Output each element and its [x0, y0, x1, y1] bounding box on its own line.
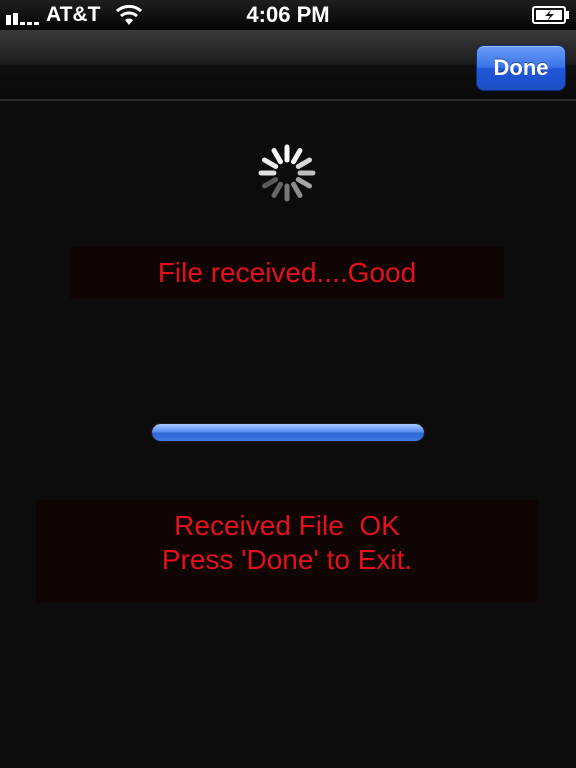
done-button[interactable]: Done: [476, 45, 566, 91]
progress-bar: [152, 424, 424, 441]
navigation-bar: Done: [0, 30, 576, 101]
progress-fill: [152, 424, 424, 441]
result-message-panel: Received File OK Press 'Done' to Exit.: [36, 500, 538, 602]
status-time: 4:06 PM: [246, 2, 330, 27]
screen: AT&T 4:06 PM Done File received....Good …: [0, 0, 576, 768]
result-message-line-2: Press 'Done' to Exit.: [161, 544, 413, 575]
status-bar: AT&T 4:06 PM: [0, 0, 576, 30]
result-message-line-1: Received File OK: [174, 510, 400, 541]
battery-charging-icon: [532, 6, 569, 24]
status-message-panel: File received....Good: [70, 247, 504, 299]
status-message: File received....Good: [157, 257, 417, 288]
activity-spinner-icon: [258, 144, 316, 202]
